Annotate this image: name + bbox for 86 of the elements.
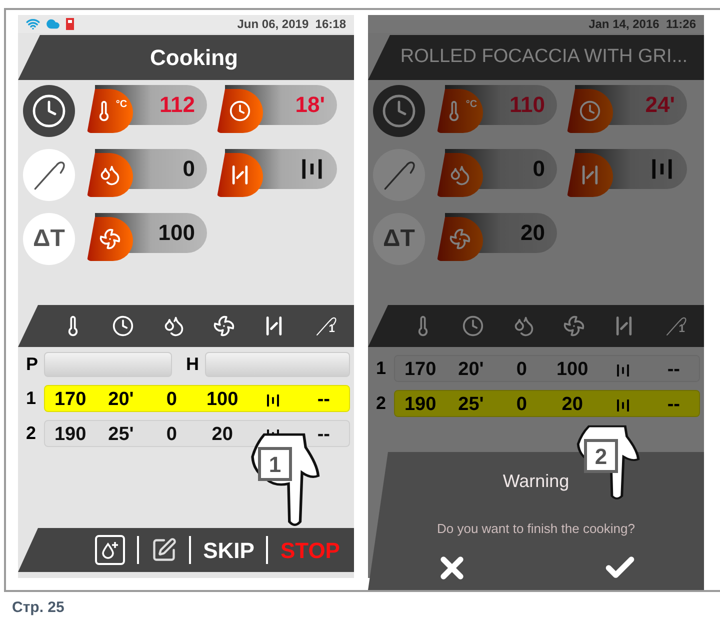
parameter-value: 24'	[645, 94, 675, 116]
step-number: 1	[25, 387, 38, 410]
parameter-value: 0	[532, 158, 545, 180]
parameter-value: 110	[510, 94, 545, 116]
step-value: 100	[205, 388, 240, 412]
step-value: 20	[210, 423, 234, 447]
step-value: 25'	[107, 423, 135, 447]
step-value: 0	[165, 423, 178, 447]
clock-icon	[462, 315, 484, 337]
step-value: 170	[403, 358, 438, 382]
step-value: 190	[53, 423, 88, 447]
step-number: 1	[375, 357, 388, 380]
step-value: 170	[53, 388, 88, 412]
edit-icon	[151, 537, 178, 563]
dialog-message: Do you want to finish the cooking?	[436, 520, 635, 538]
clock-icon	[381, 93, 417, 129]
step-value: --	[666, 358, 681, 382]
vent-bars-icon	[614, 398, 631, 413]
vent-bars-icon	[614, 362, 631, 378]
step-row[interactable]: 170 20' 0 100 --	[44, 385, 350, 412]
add-steam-button[interactable]	[95, 535, 126, 565]
step-value: 0	[515, 393, 528, 417]
step-value: --	[666, 393, 681, 417]
preheat-label: P	[25, 353, 38, 376]
skip-button[interactable]: SKIP	[203, 534, 254, 566]
clock-icon	[112, 315, 134, 337]
parameter-value: 20	[520, 222, 545, 244]
page-number: Стр. 25	[12, 598, 64, 618]
step-value: 20'	[107, 388, 135, 412]
cloud-icon	[45, 17, 61, 31]
wifi-icon	[26, 17, 40, 31]
fan-icon	[213, 315, 236, 337]
step-number: 2	[375, 392, 388, 415]
parameter-value: 0	[182, 158, 195, 180]
step-value: --	[316, 388, 331, 412]
droplets-icon	[512, 315, 535, 337]
parameter-value: 100	[158, 222, 195, 244]
step-row[interactable]: 190 25' 0 20 --	[394, 390, 700, 417]
unit-label: °C	[116, 98, 128, 112]
probe-icon	[664, 315, 687, 337]
droplets-icon	[449, 164, 471, 186]
clock-icon	[31, 93, 67, 129]
step-number: 2	[25, 422, 38, 445]
hold-field[interactable]	[205, 352, 350, 377]
step-value: 25'	[457, 393, 485, 417]
fan-icon	[563, 315, 586, 337]
callout-number: 1	[258, 447, 292, 481]
fan-icon	[449, 228, 471, 250]
mode-button[interactable]	[373, 85, 425, 137]
step-value: 190	[403, 393, 438, 417]
usb-icon	[66, 18, 74, 30]
screen-title: Cooking	[150, 44, 238, 72]
clock-icon	[229, 100, 251, 122]
step-row[interactable]: 170 20' 0 100 --	[394, 355, 700, 382]
mode-button[interactable]	[23, 149, 75, 201]
probe-icon	[314, 315, 337, 337]
callout-number: 2	[584, 439, 618, 473]
date-time: Jan 14, 2016 11:26	[588, 16, 696, 33]
step-value: 20	[560, 393, 584, 417]
mode-button[interactable]	[23, 85, 75, 137]
hold-label: H	[186, 353, 199, 376]
stop-button[interactable]: STOP	[280, 534, 340, 566]
unit-label: °C	[466, 98, 478, 112]
date-time: Jun 06, 2019 16:18	[237, 16, 346, 33]
screen-title: ROLLED FOCACCIA WITH GRI...	[400, 45, 688, 70]
clock-icon	[579, 100, 601, 122]
dialog-title: Warning	[502, 470, 570, 493]
fan-icon	[99, 228, 121, 250]
probe-number: 1	[328, 322, 335, 336]
preheat-field[interactable]	[44, 352, 172, 377]
droplets-icon	[99, 164, 121, 186]
parameter-value: 112	[160, 94, 195, 116]
step-value: 20'	[457, 358, 485, 382]
mode-button[interactable]: ΔT	[23, 213, 75, 265]
vent-bars-icon	[264, 392, 281, 408]
step-value: 0	[165, 388, 178, 412]
droplets-icon	[162, 315, 185, 337]
droplet-plus-icon	[100, 540, 120, 560]
step-value: --	[316, 423, 331, 447]
parameter-value: 18'	[295, 94, 325, 116]
step-value: 0	[515, 358, 528, 382]
step-value: 100	[555, 358, 590, 382]
edit-button[interactable]	[151, 537, 178, 563]
probe-number: 1	[678, 322, 685, 336]
mode-button[interactable]: ΔT	[373, 213, 425, 265]
parameter-pill[interactable]	[217, 149, 337, 197]
